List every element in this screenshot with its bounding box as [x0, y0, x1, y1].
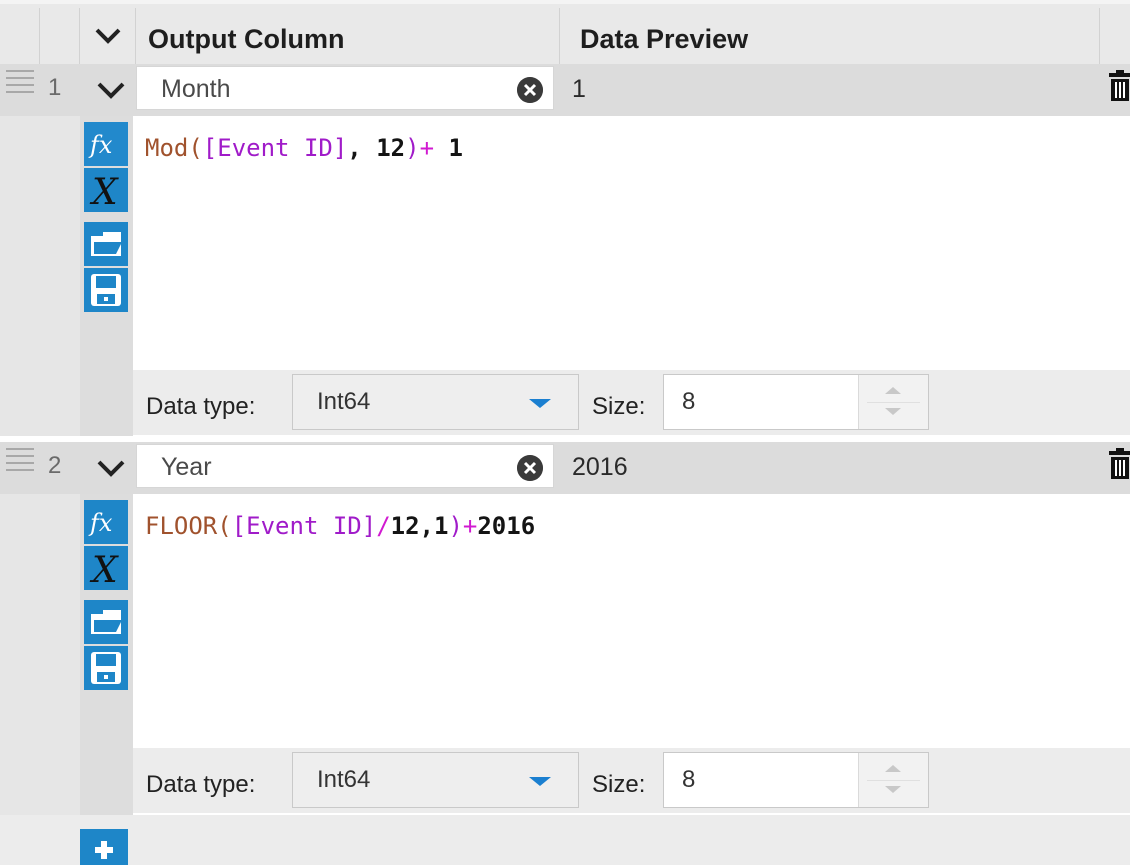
svg-text:X: X [89, 172, 119, 212]
size-label: Size: [592, 393, 646, 420]
row-2-drag-handle[interactable] [6, 448, 34, 472]
x-variable-icon: X [89, 550, 119, 591]
header-grip-cell [0, 8, 40, 68]
svg-text:X: X [89, 550, 119, 590]
size-label: Size: [592, 771, 646, 798]
spin-up-icon[interactable] [885, 765, 901, 772]
header-collapse-all[interactable] [80, 8, 136, 68]
size-value: 8 [682, 388, 696, 415]
svg-text:fx: fx [88, 509, 113, 537]
data-type-select[interactable]: Int64 [292, 752, 579, 808]
row-2-expression-editor[interactable]: FLOOR([Event ID]/12,1)+2016 [145, 512, 535, 540]
open-folder-icon [91, 610, 122, 634]
floppy-save-icon [91, 652, 121, 684]
expr-number: 12,1 [390, 512, 449, 540]
fx-icon: fx [88, 131, 113, 159]
expr-number: 2016 [477, 512, 536, 540]
fx-icon: fx [88, 509, 113, 537]
row-1-left-strip [0, 116, 80, 436]
data-type-label: Data type: [146, 393, 256, 420]
chevron-down-icon [95, 28, 121, 44]
expr-field: [Event ID] [231, 512, 377, 540]
size-spinner[interactable] [858, 753, 928, 807]
formula-button[interactable]: fx [84, 122, 128, 166]
row-2-preview-value: 2016 [572, 453, 628, 481]
header-data-preview[interactable]: Data Preview [560, 8, 1100, 68]
expr-operator: + [419, 134, 449, 162]
spin-down-icon[interactable] [885, 786, 901, 793]
dropdown-arrow-icon [529, 399, 551, 408]
plus-icon [95, 841, 113, 859]
clear-circle-icon[interactable] [517, 77, 543, 103]
header-number-cell [40, 8, 80, 68]
row-2-name-field[interactable]: Year [136, 444, 554, 488]
open-folder-icon [91, 232, 122, 256]
row-1-expression-editor[interactable]: Mod([Event ID], 12)+ 1 [145, 134, 463, 162]
trash-icon[interactable] [1108, 70, 1130, 102]
open-expression-button[interactable] [84, 600, 128, 644]
data-preview-heading: Data Preview [580, 24, 749, 54]
row-1-preview-value: 1 [572, 75, 586, 103]
expr-number: 12 [376, 134, 406, 162]
spin-up-icon[interactable] [885, 387, 901, 394]
row-1-drag-handle[interactable] [6, 70, 34, 94]
row-2-left-strip [0, 494, 80, 815]
data-type-select[interactable]: Int64 [292, 374, 579, 430]
row-1-number: 1 [48, 74, 62, 101]
expr-text: , [347, 134, 377, 162]
expr-operator: / [376, 512, 391, 540]
floppy-save-icon [91, 274, 121, 306]
expr-paren: ) [448, 512, 463, 540]
variable-button[interactable]: X [84, 168, 128, 213]
save-expression-button[interactable] [84, 268, 128, 312]
size-value: 8 [682, 766, 696, 793]
size-input[interactable]: 8 [663, 374, 929, 430]
row-2-number: 2 [48, 452, 62, 479]
header-output-column[interactable]: Output Column [136, 8, 560, 68]
formula-button[interactable]: fx [84, 500, 128, 544]
output-column-heading: Output Column [148, 24, 345, 54]
data-type-label: Data type: [146, 771, 256, 798]
trash-icon[interactable] [1108, 448, 1130, 480]
row-1-name-value: Month [161, 75, 231, 103]
save-expression-button[interactable] [84, 646, 128, 690]
expr-paren: ) [405, 134, 420, 162]
expr-function: Mod( [145, 134, 203, 162]
data-type-value: Int64 [317, 766, 371, 793]
size-input[interactable]: 8 [663, 752, 929, 808]
expr-function: FLOOR( [145, 512, 232, 540]
variable-button[interactable]: X [84, 546, 128, 591]
open-expression-button[interactable] [84, 222, 128, 266]
chevron-down-icon[interactable] [94, 76, 128, 106]
row-2-name-value: Year [161, 453, 212, 481]
add-column-button[interactable] [80, 829, 128, 865]
x-variable-icon: X [89, 172, 119, 213]
dropdown-arrow-icon [529, 777, 551, 786]
column-header-bar: Output Column Data Preview [0, 0, 1130, 68]
svg-text:fx: fx [88, 131, 113, 159]
size-spinner[interactable] [858, 375, 928, 429]
row-1-name-field[interactable]: Month [136, 66, 554, 110]
expr-field: [Event ID] [202, 134, 348, 162]
data-type-value: Int64 [317, 388, 371, 415]
chevron-down-icon[interactable] [94, 454, 128, 484]
footer-bar [0, 815, 1130, 865]
clear-circle-icon[interactable] [517, 455, 543, 481]
expr-number: 1 [448, 134, 463, 162]
expr-operator: + [462, 512, 478, 540]
spin-down-icon[interactable] [885, 408, 901, 415]
